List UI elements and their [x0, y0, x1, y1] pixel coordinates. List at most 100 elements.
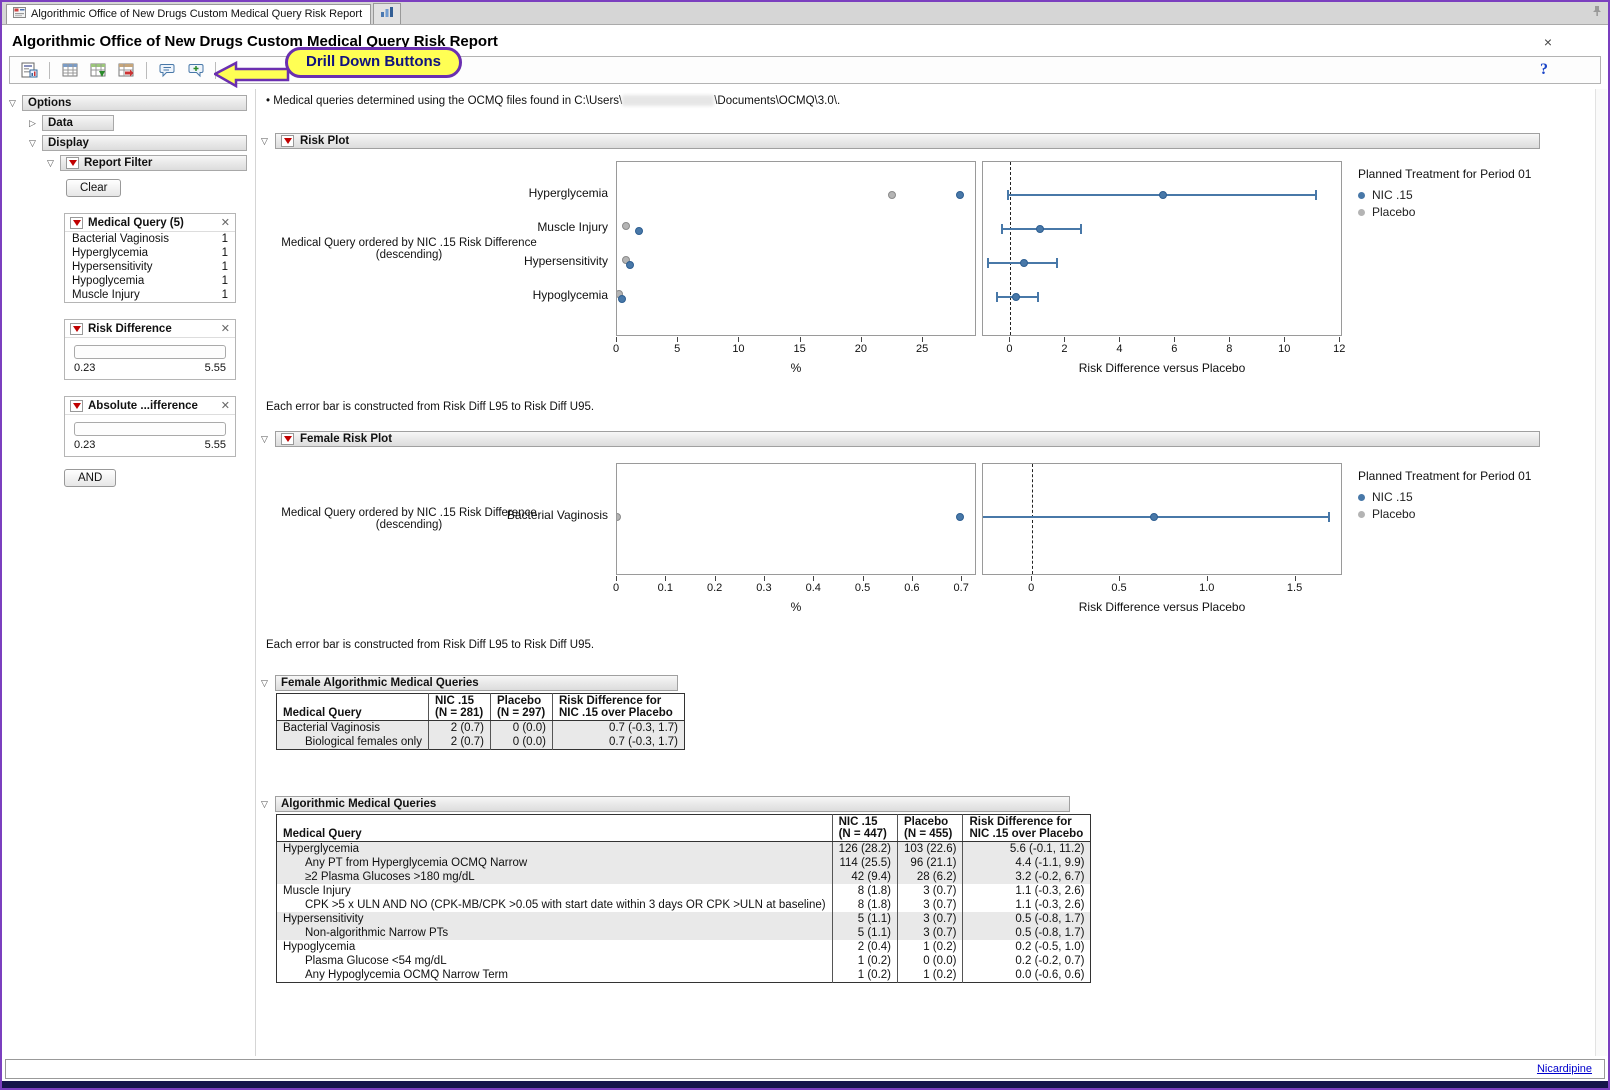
red-triangle-menu-icon[interactable] [70, 323, 83, 335]
section-title: Algorithmic Medical Queries [281, 798, 436, 810]
data-table-icon[interactable] [59, 59, 81, 81]
table-row[interactable]: Hyperglycemia126 (28.2)103 (22.6)5.6 (-0… [277, 842, 1091, 857]
legend-item[interactable]: NIC .15 [1358, 490, 1531, 504]
new-report-icon[interactable] [18, 59, 40, 81]
table-row[interactable]: Bacterial Vaginosis2 (0.7)0 (0.0)0.7 (-0… [277, 721, 685, 736]
report-filter-header[interactable]: Report Filter [60, 155, 247, 171]
comment-add-icon[interactable] [184, 59, 206, 81]
comment-icon[interactable] [156, 59, 178, 81]
data-header[interactable]: Data [42, 115, 114, 131]
close-icon[interactable]: ✕ [221, 322, 230, 335]
close-icon[interactable]: × [1544, 34, 1552, 50]
close-icon[interactable]: ✕ [221, 399, 230, 412]
disclosure-open-icon[interactable]: ▽ [258, 434, 271, 445]
section-header-bar[interactable]: Female Risk Plot [275, 431, 1540, 447]
medical-query-cell: Non-algorithmic Narrow PTs [277, 926, 833, 940]
disclosure-open-icon[interactable]: ▽ [26, 138, 39, 149]
nic-dot[interactable] [956, 513, 964, 521]
estimate-dot[interactable] [1012, 293, 1020, 301]
table-row[interactable]: Biological females only2 (0.7)0 (0.0)0.7… [277, 735, 685, 750]
help-button[interactable]: ? [1540, 61, 1548, 79]
and-button[interactable]: AND [64, 469, 116, 487]
table-row[interactable]: Plasma Glucose <54 mg/dL1 (0.2)0 (0.0)0.… [277, 954, 1091, 968]
column-header[interactable]: Risk Difference for NIC .15 over Placebo [963, 815, 1091, 842]
table-row[interactable]: Hypersensitivity5 (1.1)3 (0.7)0.5 (-0.8,… [277, 912, 1091, 926]
algorithmic-medical-queries-table: Medical QueryNIC .15 (N = 447)Placebo (N… [276, 814, 1091, 983]
close-icon[interactable]: ✕ [221, 216, 230, 229]
export-table-icon[interactable] [115, 59, 137, 81]
table-row[interactable]: Hypoglycemia2 (0.4)1 (0.2)0.2 (-0.5, 1.0… [277, 940, 1091, 954]
estimate-dot[interactable] [1036, 225, 1044, 233]
disclosure-open-icon[interactable]: ▽ [258, 678, 271, 689]
filter-item[interactable]: Hypersensitivity1 [65, 260, 235, 274]
table-row[interactable]: Non-algorithmic Narrow PTs5 (1.1)3 (0.7)… [277, 926, 1091, 940]
medical-query-cell: Hypoglycemia [277, 940, 833, 954]
table-row[interactable]: Any PT from Hyperglycemia OCMQ Narrow114… [277, 856, 1091, 870]
range-max: 5.55 [205, 362, 226, 374]
estimate-dot[interactable] [1159, 191, 1167, 199]
table-row[interactable]: Any Hypoglycemia OCMQ Narrow Term1 (0.2)… [277, 968, 1091, 983]
section-header-bar[interactable]: Female Algorithmic Medical Queries [275, 675, 678, 691]
vertical-scrollbar[interactable] [1595, 89, 1607, 1056]
nic-dot[interactable] [618, 295, 626, 303]
value-cell: 3 (0.7) [898, 898, 963, 912]
placebo-dot[interactable] [888, 191, 896, 199]
red-triangle-menu-icon[interactable] [70, 400, 83, 412]
column-header[interactable]: Medical Query [277, 815, 833, 842]
nic-dot[interactable] [956, 191, 964, 199]
clear-button[interactable]: Clear [66, 179, 121, 197]
nic-dot[interactable] [626, 261, 634, 269]
medical-query-filter-box: Medical Query (5) ✕ Bacterial Vaginosis1… [64, 213, 236, 303]
tick-mark [715, 576, 716, 581]
report-tab[interactable]: Algorithmic Office of New Drugs Custom M… [6, 4, 371, 24]
table-row[interactable]: CPK >5 x ULN AND NO (CPK-MB/CPK >0.05 wi… [277, 898, 1091, 912]
legend-item[interactable]: Placebo [1358, 205, 1531, 219]
disclosure-open-icon[interactable]: ▽ [6, 98, 19, 109]
nicardipine-link[interactable]: Nicardipine [1537, 1063, 1592, 1075]
column-header[interactable]: Risk Difference for NIC .15 over Placebo [553, 694, 685, 721]
disclosure-open-icon[interactable]: ▽ [258, 136, 271, 147]
pin-icon[interactable] [1592, 5, 1602, 20]
tick-label: 0 [1028, 582, 1034, 594]
placebo-dot[interactable] [616, 513, 621, 521]
filter-item[interactable]: Bacterial Vaginosis1 [65, 232, 235, 246]
section-header-bar[interactable]: Risk Plot [275, 133, 1540, 149]
display-header[interactable]: Display [42, 135, 247, 151]
column-header[interactable]: Placebo (N = 297) [491, 694, 553, 721]
disclosure-open-icon[interactable]: ▽ [258, 799, 271, 810]
red-triangle-menu-icon[interactable] [70, 217, 83, 229]
placebo-dot[interactable] [622, 222, 630, 230]
legend-item[interactable]: NIC .15 [1358, 188, 1531, 202]
section-header-bar[interactable]: Algorithmic Medical Queries [275, 796, 1070, 812]
medical-query-cell: Biological females only [277, 735, 429, 750]
estimate-dot[interactable] [1150, 513, 1158, 521]
estimate-dot[interactable] [1020, 259, 1028, 267]
filter-item[interactable]: Hypoglycemia1 [65, 274, 235, 288]
red-triangle-menu-icon[interactable] [281, 433, 294, 445]
value-cell: 1 (0.2) [832, 968, 897, 983]
red-triangle-menu-icon[interactable] [66, 157, 79, 169]
absolute-difference-range-slider[interactable] [74, 422, 226, 436]
filter-item[interactable]: Hyperglycemia1 [65, 246, 235, 260]
tick-mark [813, 576, 814, 581]
column-header[interactable]: NIC .15 (N = 447) [832, 815, 897, 842]
risk-plot-footnote: Each error bar is constructed from Risk … [266, 401, 1594, 413]
filter-item[interactable]: Muscle Injury1 [65, 288, 235, 302]
legend-item[interactable]: Placebo [1358, 507, 1531, 521]
value-cell: 5 (1.1) [832, 926, 897, 940]
options-header[interactable]: Options [22, 95, 247, 111]
column-header[interactable]: Placebo (N = 455) [898, 815, 963, 842]
column-header[interactable]: Medical Query [277, 694, 429, 721]
column-header[interactable]: NIC .15 (N = 281) [429, 694, 491, 721]
error-bar-cap [1001, 224, 1003, 234]
red-triangle-menu-icon[interactable] [281, 135, 294, 147]
range-max: 5.55 [205, 439, 226, 451]
disclosure-open-icon[interactable]: ▽ [44, 158, 57, 169]
chart-tab[interactable] [373, 3, 401, 24]
table-row[interactable]: Muscle Injury8 (1.8)3 (0.7)1.1 (-0.3, 2.… [277, 884, 1091, 898]
table-row[interactable]: ≥2 Plasma Glucoses >180 mg/dL42 (9.4)28 … [277, 870, 1091, 884]
save-table-icon[interactable] [87, 59, 109, 81]
disclosure-closed-icon[interactable]: ▷ [26, 118, 39, 129]
risk-difference-range-slider[interactable] [74, 345, 226, 359]
nic-dot[interactable] [635, 227, 643, 235]
